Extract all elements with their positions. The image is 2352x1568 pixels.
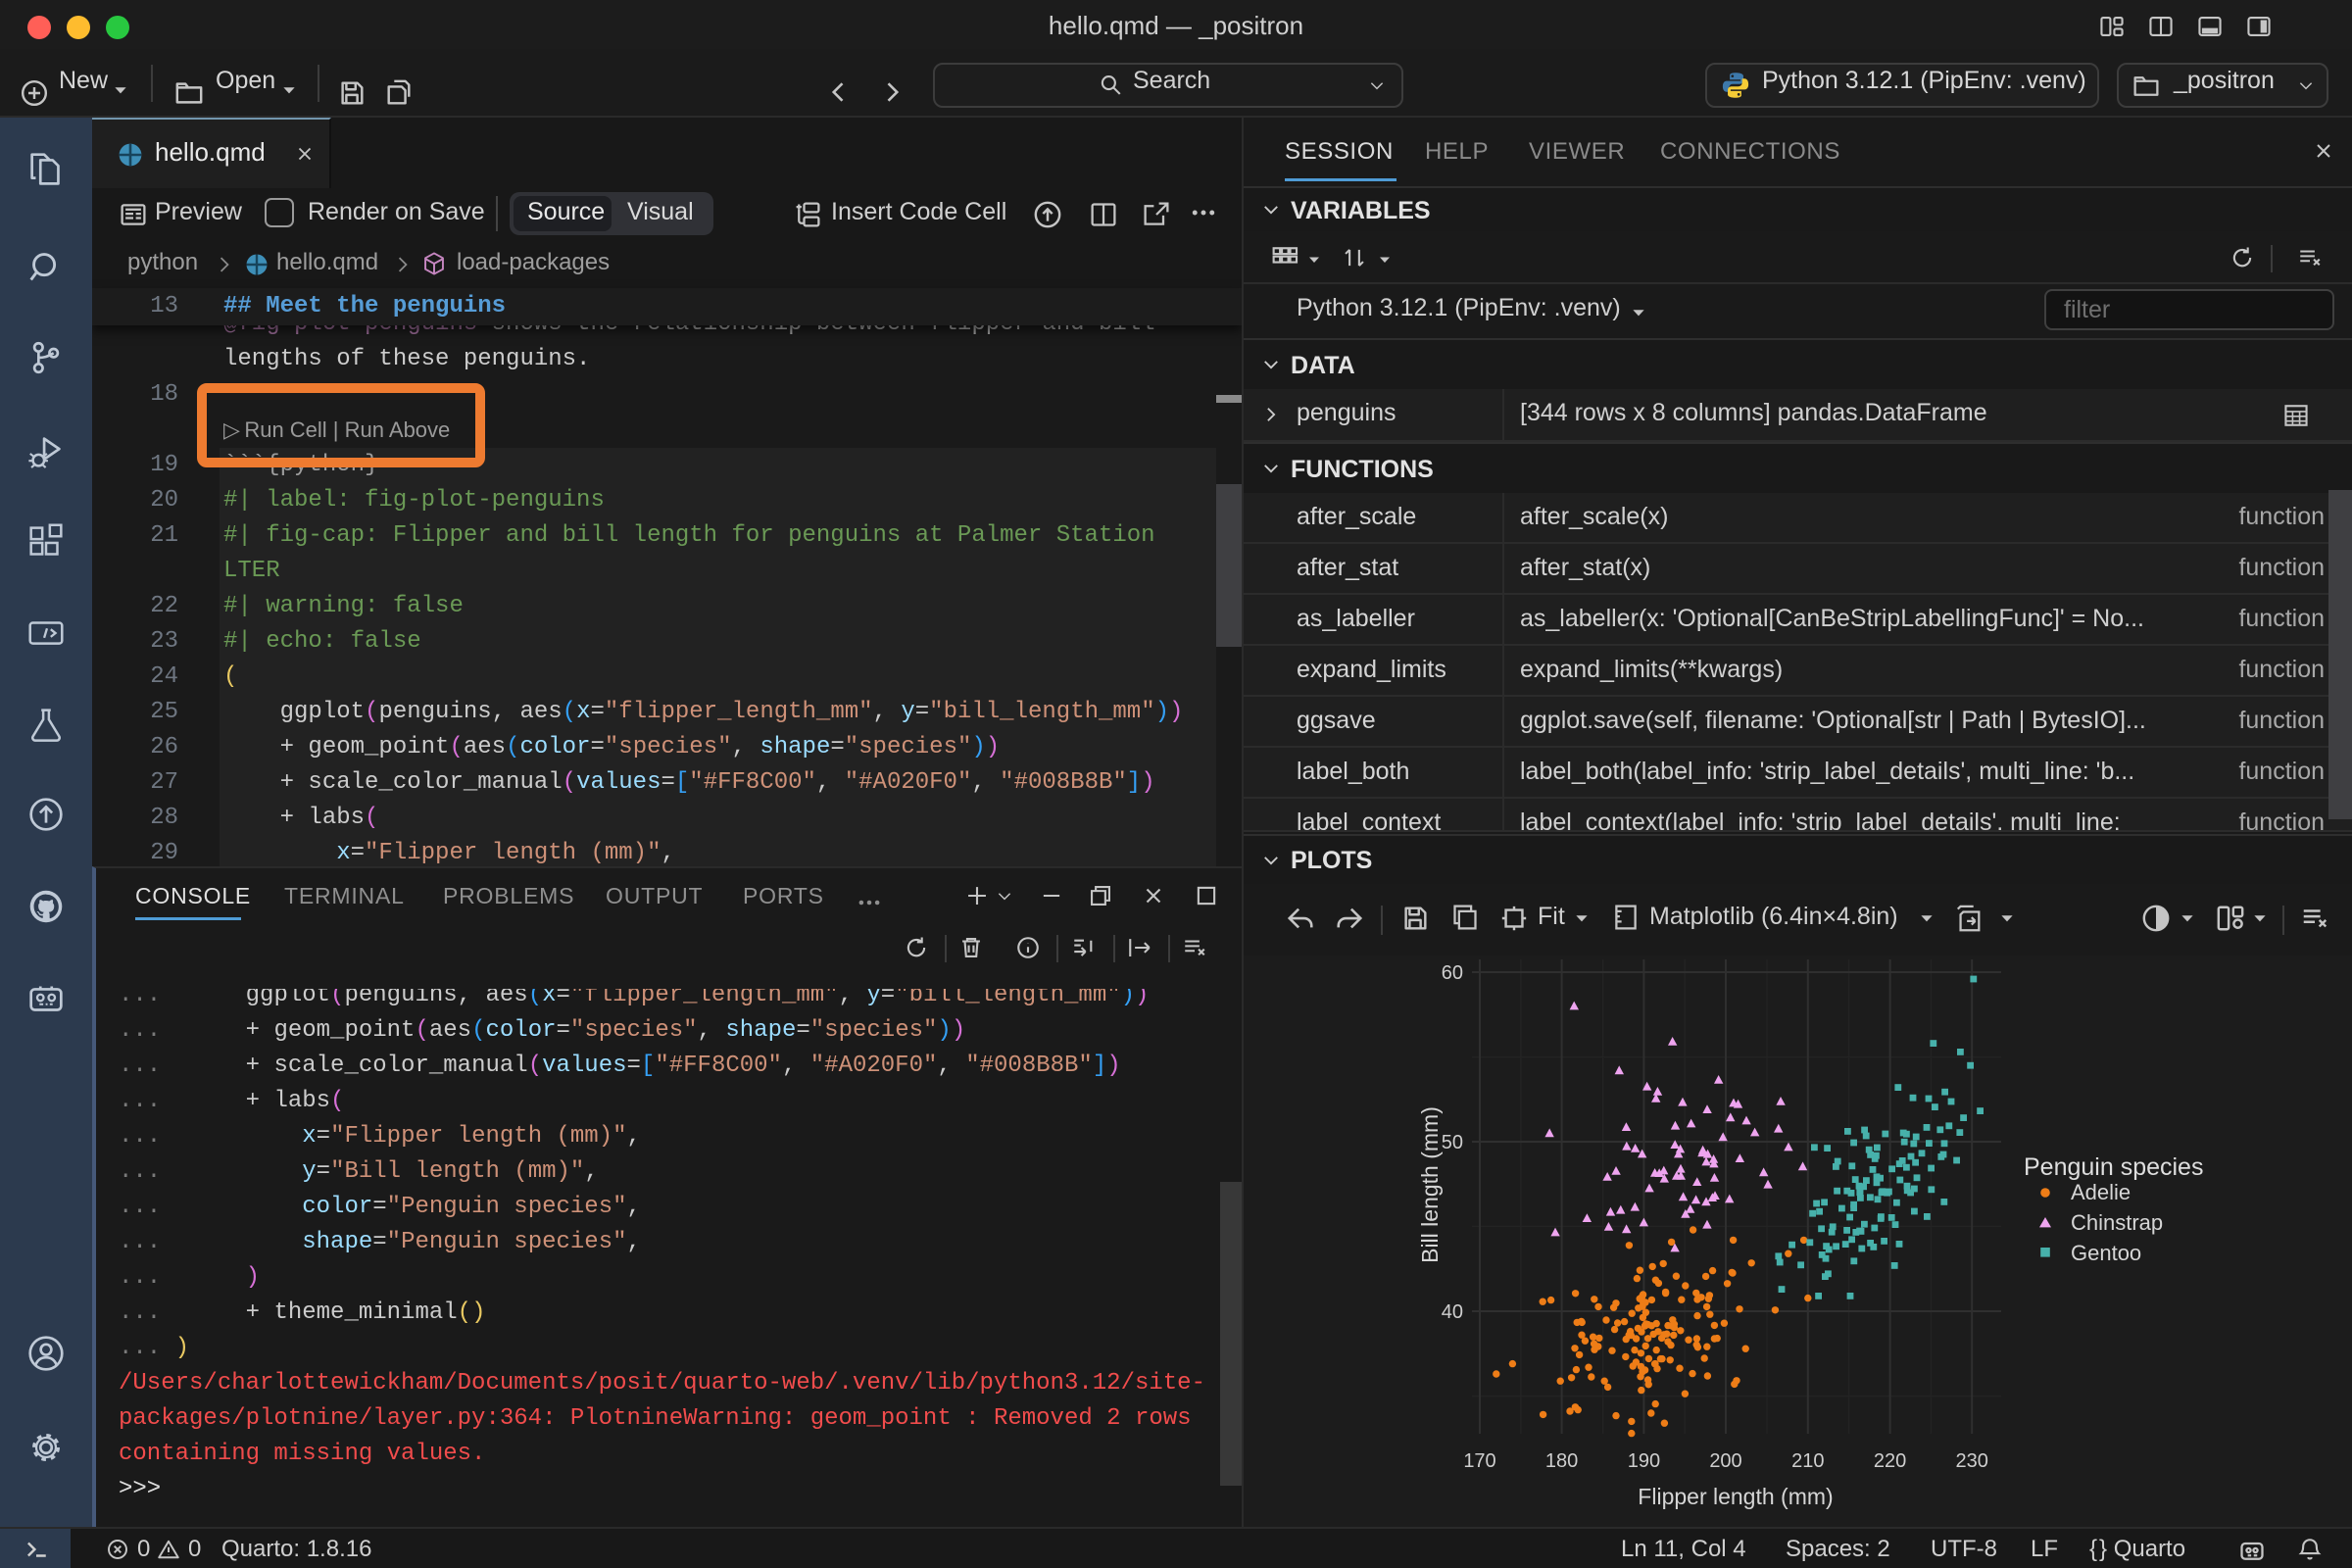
- svg-text:200: 200: [1709, 1450, 1741, 1472]
- svg-text:210: 210: [1791, 1450, 1824, 1472]
- svg-text:Chinstrap: Chinstrap: [2071, 1210, 2163, 1235]
- svg-text:180: 180: [1545, 1450, 1578, 1472]
- svg-text:230: 230: [1956, 1450, 1988, 1472]
- svg-text:Adelie: Adelie: [2071, 1180, 2131, 1204]
- svg-text:Penguin species: Penguin species: [2024, 1153, 2203, 1181]
- svg-text:220: 220: [1874, 1450, 1906, 1472]
- svg-text:40: 40: [1442, 1301, 1463, 1323]
- svg-text:Bill length (mm): Bill length (mm): [1417, 1106, 1443, 1263]
- svg-text:50: 50: [1442, 1132, 1463, 1153]
- svg-text:60: 60: [1442, 962, 1463, 984]
- svg-text:190: 190: [1628, 1450, 1660, 1472]
- svg-text:170: 170: [1463, 1450, 1495, 1472]
- svg-text:Gentoo: Gentoo: [2071, 1241, 2141, 1265]
- svg-text:Flipper length (mm): Flipper length (mm): [1638, 1484, 1833, 1509]
